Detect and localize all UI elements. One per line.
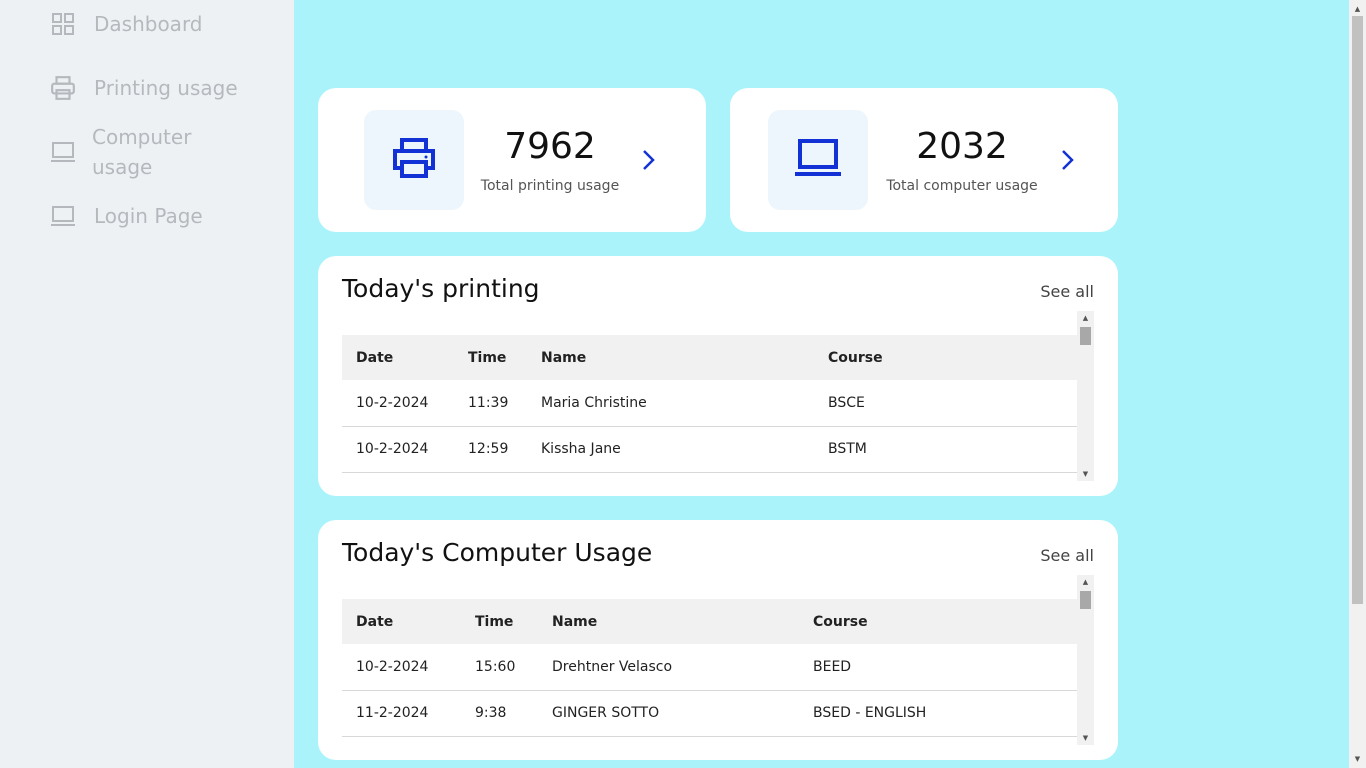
printing-stat-value: 7962 [504,126,596,167]
cell-time: 15:60 [461,644,538,691]
sidebar-item-dashboard[interactable]: Dashboard [50,9,203,39]
cell-time: 12:59 [454,426,527,473]
cell-course: BEED [799,644,1077,691]
scroll-up-arrow-icon[interactable]: ▲ [1349,2,1366,16]
table-row[interactable]: 10-2-2024 11:39 Maria Christine BSCE [342,380,1077,427]
laptop-icon [794,138,842,182]
chevron-right-icon[interactable] [1055,146,1079,174]
scroll-down-arrow-icon[interactable]: ▼ [1349,752,1366,766]
scrollbar-thumb[interactable] [1080,591,1091,609]
cell-date: 10-2-2024 [342,380,454,427]
scrollbar-thumb[interactable] [1080,327,1091,345]
grid-icon [50,11,76,37]
column-header-name: Name [538,599,799,644]
sidebar-item-label: Login Page [94,204,203,228]
printer-icon [50,75,76,101]
printing-stat-icon-box [364,110,464,210]
column-header-time: Time [461,599,538,644]
sidebar-item-computer-usage[interactable]: Computer usage [50,122,222,182]
printing-see-all-link[interactable]: See all [1040,282,1094,301]
column-header-course: Course [799,599,1077,644]
chevron-right-icon[interactable] [636,146,660,174]
laptop-icon [50,139,76,165]
cell-time: 9:38 [461,690,538,737]
cell-date: 10-2-2024 [342,426,454,473]
printing-table-title: Today's printing [342,274,540,303]
cell-course: BSTM [814,426,1077,473]
computer-table-scrollbar[interactable]: ▲ ▼ [1077,575,1094,745]
cell-name: GINGER SOTTO [538,690,799,737]
cell-date: 11-2-2024 [342,690,461,737]
computer-stat-caption: Total computer usage [886,178,1038,194]
scroll-up-arrow-icon[interactable]: ▲ [1077,575,1094,589]
sidebar-item-login-page[interactable]: Login Page [50,201,203,231]
computer-table-card: Today's Computer Usage See all Date Time… [318,520,1118,760]
column-header-time: Time [454,335,527,380]
computer-table-title: Today's Computer Usage [342,538,653,567]
printing-table-scrollbar[interactable]: ▲ ▼ [1077,311,1094,481]
table-header-row: Date Time Name Course [342,599,1077,644]
cell-time: 11:39 [454,380,527,427]
sidebar-item-label: Computer usage [92,125,192,179]
computer-stat-value: 2032 [916,126,1008,167]
computer-stat-card: 2032 Total computer usage [730,88,1118,232]
computer-see-all-link[interactable]: See all [1040,546,1094,565]
printing-stat-caption: Total printing usage [480,178,620,194]
scroll-up-arrow-icon[interactable]: ▲ [1077,311,1094,325]
printing-table-card: Today's printing See all Date Time Name … [318,256,1118,496]
computer-stat-icon-box [768,110,868,210]
table-row[interactable]: 11-2-2024 9:38 GINGER SOTTO BSED - ENGLI… [342,690,1077,737]
column-header-course: Course [814,335,1077,380]
printing-table: Date Time Name Course 10-2-2024 11:39 Ma… [342,335,1077,473]
column-header-date: Date [342,599,461,644]
printing-table-scroll[interactable]: Date Time Name Course 10-2-2024 11:39 Ma… [342,311,1094,481]
cell-name: Kissha Jane [527,426,814,473]
laptop-icon [50,203,76,229]
page-scrollbar[interactable]: ▲ ▼ [1349,0,1366,768]
table-row[interactable]: 10-2-2024 15:60 Drehtner Velasco BEED [342,644,1077,691]
table-header-row: Date Time Name Course [342,335,1077,380]
computer-table: Date Time Name Course 10-2-2024 15:60 Dr… [342,599,1077,737]
sidebar-item-label: Dashboard [94,12,203,36]
sidebar-item-printing-usage[interactable]: Printing usage [50,73,238,103]
cell-date: 10-2-2024 [342,644,461,691]
scroll-down-arrow-icon[interactable]: ▼ [1077,731,1094,745]
printing-stat-card: 7962 Total printing usage [318,88,706,232]
column-header-date: Date [342,335,454,380]
cell-name: Maria Christine [527,380,814,427]
sidebar-item-label: Printing usage [94,76,238,100]
scroll-down-arrow-icon[interactable]: ▼ [1077,467,1094,481]
cell-course: BSCE [814,380,1077,427]
table-row[interactable]: 10-2-2024 12:59 Kissha Jane BSTM [342,426,1077,473]
cell-course: BSED - ENGLISH [799,690,1077,737]
computer-table-scroll[interactable]: Date Time Name Course 10-2-2024 15:60 Dr… [342,575,1094,745]
cell-name: Drehtner Velasco [538,644,799,691]
sidebar: Dashboard Printing usage Computer usage … [0,0,294,768]
printer-icon [391,137,437,183]
scrollbar-thumb[interactable] [1352,16,1363,604]
column-header-name: Name [527,335,814,380]
